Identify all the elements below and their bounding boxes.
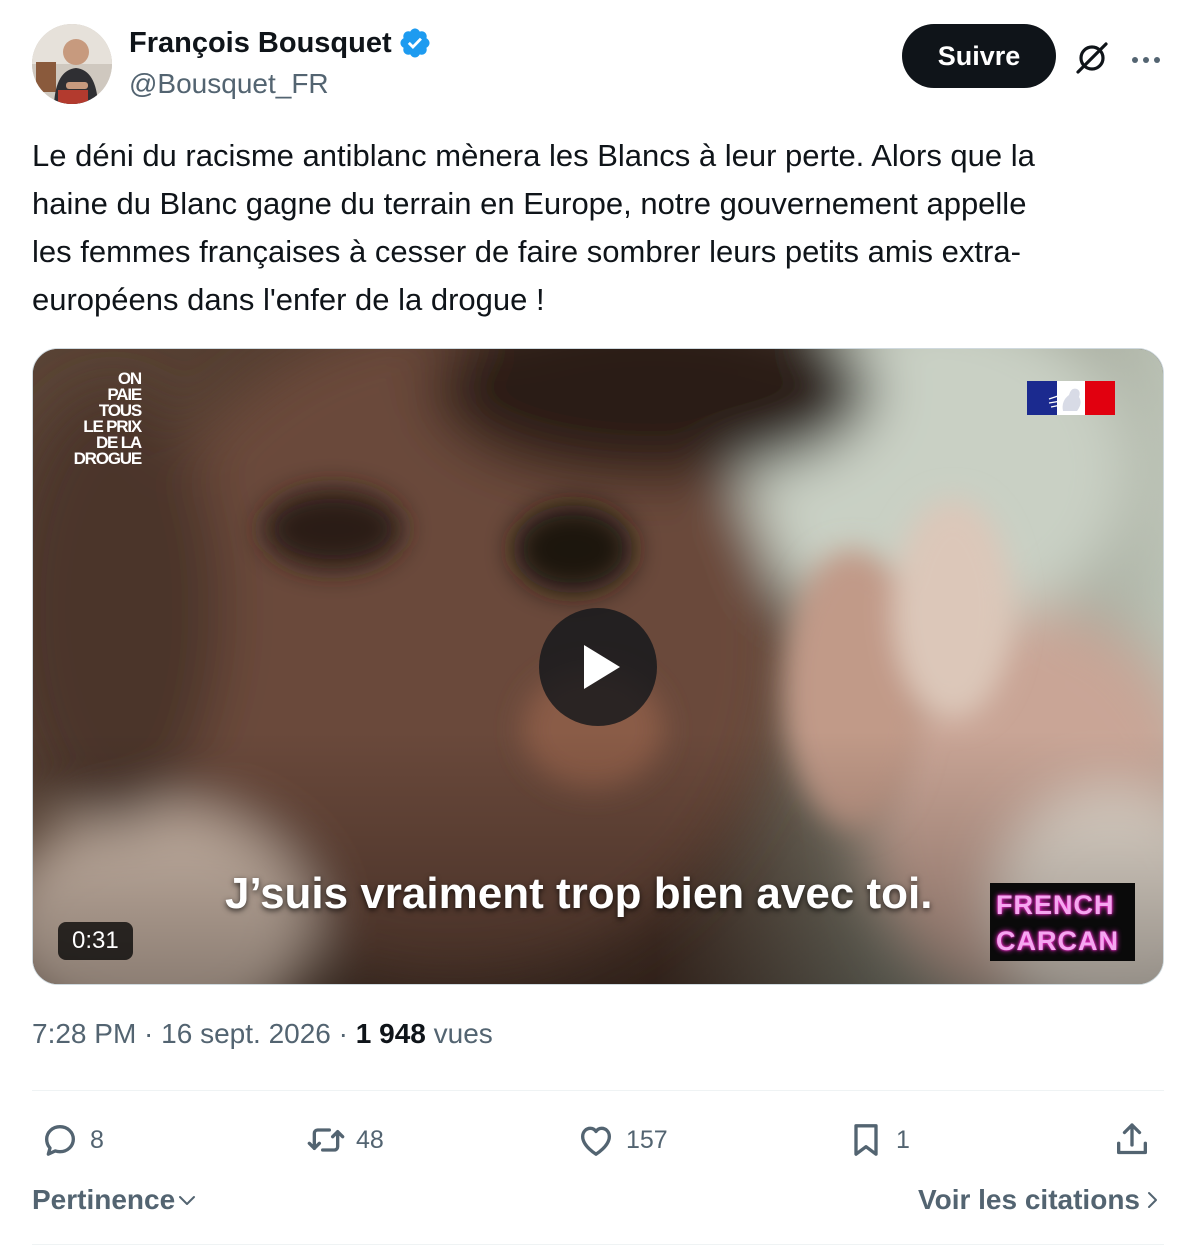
chevron-right-icon [1148,1192,1157,1208]
tweet-date[interactable]: 16 sept. 2026 [161,1018,331,1049]
bookmark-button[interactable]: 1 [846,1110,910,1170]
more-options-icon[interactable] [1128,42,1164,78]
campaign-logo-line: DROGUE [73,449,143,468]
author-name-row: François Bousquet [129,26,432,60]
avatar[interactable] [32,24,112,104]
divider [32,1244,1164,1245]
like-count: 157 [626,1125,668,1154]
views-count: 1 948 [355,1018,426,1049]
republique-francaise-logo [1027,381,1115,415]
bookmark-icon [854,1124,878,1156]
like-button[interactable]: 157 [576,1110,668,1170]
play-button[interactable] [539,608,657,726]
video-duration: 0:31 [58,922,133,960]
campaign-logo: ON PAIE TOUS LE PRIX DE LA DROGUE [61,370,143,468]
avatar-image [32,24,112,104]
author-name[interactable]: François Bousquet [129,27,392,60]
reply-count: 8 [90,1125,104,1154]
watermark-line2: CARCAN [996,926,1119,956]
watermark: FRENCH CARCAN [990,883,1135,961]
view-quotes-label: Voir les citations [918,1184,1140,1215]
video-subtitle: J’suis vraiment trop bien avec toi. [225,869,933,918]
author-handle[interactable]: @Bousquet_FR [129,68,329,100]
tweet-time[interactable]: 7:28 PM [32,1018,136,1049]
reply-button[interactable]: 8 [40,1110,104,1170]
action-bar: 8 48 157 1 [32,1110,1164,1170]
tweet-text: Le déni du racisme antiblanc mènera les … [32,138,1035,317]
heart-icon [581,1126,611,1156]
reply-icon [45,1125,76,1156]
repost-icon [307,1128,345,1152]
tweet-header: François Bousquet @Bousquet_FR Suivre [32,22,1164,106]
sort-label: Pertinence [32,1184,176,1215]
views-label: vues [433,1018,493,1049]
follow-button[interactable]: Suivre [902,24,1056,88]
grok-icon[interactable] [1072,38,1112,78]
verified-badge-icon [400,28,430,58]
sort-dropdown[interactable]: Pertinence [32,1184,199,1216]
repost-button[interactable]: 48 [306,1110,384,1170]
watermark-line1: FRENCH [996,890,1115,920]
share-icon [1117,1123,1147,1155]
meta-separator: · [136,1018,162,1049]
tweet-meta: 7:28 PM · 16 sept. 2026 · 1 948 vues [32,1018,493,1050]
view-quotes-link[interactable]: Voir les citations [918,1184,1164,1216]
share-button[interactable] [1112,1110,1162,1170]
repost-count: 48 [356,1125,384,1154]
meta-separator: · [330,1018,356,1049]
play-icon [584,645,620,689]
divider [32,1090,1164,1091]
video-player[interactable]: ON PAIE TOUS LE PRIX DE LA DROGUE J’suis… [32,348,1164,985]
bookmark-count: 1 [896,1125,910,1154]
chevron-down-icon [179,1196,196,1205]
